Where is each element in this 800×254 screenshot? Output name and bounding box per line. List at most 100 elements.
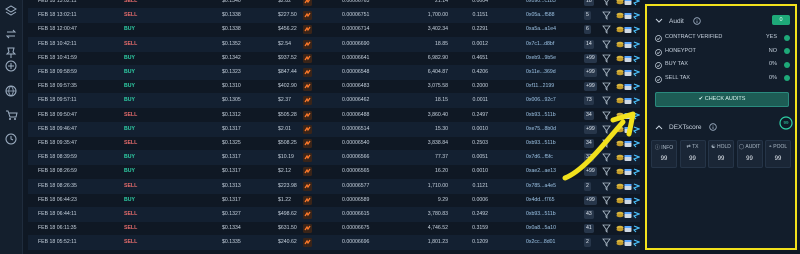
cart-icon[interactable]	[4, 108, 18, 122]
filter-icon[interactable]	[602, 224, 611, 234]
wallet-icon[interactable]	[624, 196, 632, 205]
info-icon[interactable]	[693, 17, 701, 25]
trade-maker[interactable]: 0x7d6...f5fc	[526, 150, 553, 165]
filter-icon[interactable]	[602, 96, 611, 106]
explorer-link-icon[interactable]	[633, 167, 640, 176]
explorer-link-icon[interactable]	[633, 111, 640, 120]
trade-count-badge[interactable]: 41	[584, 224, 594, 234]
explorer-link-icon[interactable]	[633, 139, 640, 148]
trade-maker[interactable]: 0x4dd...f765	[526, 193, 555, 208]
filter-icon[interactable]	[602, 82, 611, 92]
wallet-icon[interactable]	[624, 0, 632, 6]
trade-count-badge[interactable]: +99	[584, 82, 597, 92]
filter-icon[interactable]	[602, 139, 611, 148]
filter-icon[interactable]	[602, 11, 611, 21]
chevron-down-icon[interactable]	[655, 17, 663, 25]
trade-maker[interactable]: 0xeb9...9b5e	[526, 51, 556, 66]
explorer-link-icon[interactable]	[633, 11, 640, 20]
trade-maker[interactable]: 0x006...92c7	[526, 93, 556, 108]
trade-count-badge[interactable]: +99	[584, 195, 597, 205]
globe-icon[interactable]	[4, 84, 18, 98]
table-row[interactable]: FEB 18 06:44:23 BUY $0.1317 $1.22 0.00006589…	[28, 193, 640, 208]
trade-count-badge[interactable]: 73	[584, 96, 594, 106]
wallet-icon[interactable]	[624, 153, 632, 162]
wallet-icon[interactable]	[624, 25, 632, 34]
trade-maker[interactable]: 0xb93...511b	[526, 207, 556, 222]
filter-icon[interactable]	[602, 125, 611, 134]
trade-count-badge[interactable]: 6	[584, 25, 591, 35]
table-row[interactable]: FEB 18 08:26:59 BUY $0.1317 $2.12 0.00006565…	[28, 164, 640, 179]
filter-icon[interactable]	[602, 68, 611, 77]
trade-maker[interactable]: 0xa5a...a1e4	[526, 22, 556, 37]
table-row[interactable]: FEB 18 09:57:11 BUY $0.1305 $2.37 0.00006462…	[28, 93, 640, 109]
trade-count-badge[interactable]: 34	[584, 139, 594, 148]
trade-count-badge[interactable]: 5	[584, 11, 591, 21]
explorer-link-icon[interactable]	[633, 0, 640, 6]
score-card-audit[interactable]: ◯ AUDIT 99	[736, 140, 763, 168]
filter-icon[interactable]	[602, 25, 611, 35]
explorer-link-icon[interactable]	[633, 96, 640, 105]
trade-count-badge[interactable]: 2	[584, 238, 591, 248]
trade-count-badge[interactable]: 2	[584, 181, 591, 191]
wallet-icon[interactable]	[624, 238, 632, 247]
filter-icon[interactable]	[602, 238, 611, 248]
table-row[interactable]: FEB 18 10:41:59 BUY $0.1342 $937.52 0.000066…	[28, 51, 640, 66]
trade-maker[interactable]: 0xb93...511b	[526, 136, 556, 151]
trade-count-badge[interactable]: 34	[584, 110, 594, 120]
trade-maker[interactable]: 0x11e...369d	[526, 65, 556, 80]
filter-icon[interactable]	[602, 153, 611, 163]
wallet-icon[interactable]	[624, 224, 632, 233]
table-row[interactable]: FEB 18 12:00:47 BUY $0.1338 $456.22 0.000067…	[28, 22, 640, 37]
filter-icon[interactable]	[602, 167, 611, 177]
score-card-hold[interactable]: ☯ HOLD 99	[708, 140, 734, 168]
wallet-icon[interactable]	[624, 210, 632, 219]
trade-count-badge[interactable]: 43	[584, 210, 594, 219]
wallet-icon[interactable]	[624, 96, 632, 105]
trade-count-badge[interactable]: 14	[584, 39, 594, 49]
explorer-link-icon[interactable]	[633, 182, 640, 191]
check-audits-button[interactable]: ✔︎ CHECK AUDITS	[655, 92, 789, 107]
wallet-icon[interactable]	[624, 11, 632, 20]
trade-count-badge[interactable]: 37	[584, 153, 594, 163]
explorer-link-icon[interactable]	[633, 125, 640, 134]
trade-count-badge[interactable]: +99	[584, 68, 597, 77]
explorer-link-icon[interactable]	[633, 153, 640, 162]
table-row[interactable]: FEB 18 09:57:35 BUY $0.1310 $402.90 0.000064…	[28, 79, 640, 94]
trade-count-badge[interactable]: 18	[584, 0, 594, 6]
table-row[interactable]: FEB 18 09:50:47 SELL $0.1312 $505.28 0.00006…	[28, 108, 640, 123]
info-icon[interactable]	[709, 123, 717, 131]
table-row[interactable]: FEB 18 08:26:35 SELL $0.1313 $223.98 0.00006…	[28, 178, 640, 194]
wallet-icon[interactable]	[624, 125, 632, 134]
plus-circle-icon[interactable]	[4, 59, 18, 73]
filter-icon[interactable]	[602, 111, 611, 120]
table-row[interactable]: FEB 18 06:11:35 SELL $0.1334 $631.50 0.00006…	[28, 221, 640, 236]
table-row[interactable]: FEB 18 13:02:11 SELL $0.1338 $227.50 0.00006…	[28, 8, 640, 24]
score-card-tx[interactable]: ⇄ TX 99	[679, 140, 706, 168]
trade-maker[interactable]: 0x2cc...8d01	[526, 235, 555, 250]
filter-icon[interactable]	[602, 182, 611, 191]
trade-count-badge[interactable]: +99	[584, 167, 597, 177]
wallet-icon[interactable]	[624, 68, 632, 77]
filter-icon[interactable]	[602, 40, 611, 49]
explorer-link-icon[interactable]	[633, 68, 640, 77]
table-row[interactable]: FEB 18 09:46:47 BUY $0.1317 $2.01 0.00006514…	[28, 121, 640, 137]
table-row[interactable]: FEB 18 08:39:59 BUY $0.1317 $10.19 0.0000656…	[28, 150, 640, 166]
explorer-link-icon[interactable]	[633, 82, 640, 91]
wallet-icon[interactable]	[624, 40, 632, 49]
table-row[interactable]: FEB 18 05:52:11 SELL $0.1335 $240.62 0.00006…	[28, 235, 640, 251]
filter-icon[interactable]	[602, 54, 611, 63]
wallet-icon[interactable]	[624, 182, 632, 191]
filter-icon[interactable]	[602, 0, 611, 6]
table-row[interactable]: FEB 18 10:42:11 SELL $0.1352 $2.54 0.0000669…	[28, 36, 640, 52]
wallet-icon[interactable]	[624, 54, 632, 63]
explorer-link-icon[interactable]	[633, 210, 640, 219]
wallet-icon[interactable]	[624, 139, 632, 148]
wallet-icon[interactable]	[624, 82, 632, 91]
explorer-link-icon[interactable]	[633, 40, 640, 49]
wallet-icon[interactable]	[624, 167, 632, 176]
explorer-link-icon[interactable]	[633, 54, 640, 63]
trade-count-badge[interactable]: +99	[584, 53, 597, 63]
trade-maker[interactable]: 0xe75...8b0d	[526, 122, 556, 137]
wallet-icon[interactable]	[624, 111, 632, 120]
explorer-link-icon[interactable]	[633, 196, 640, 205]
